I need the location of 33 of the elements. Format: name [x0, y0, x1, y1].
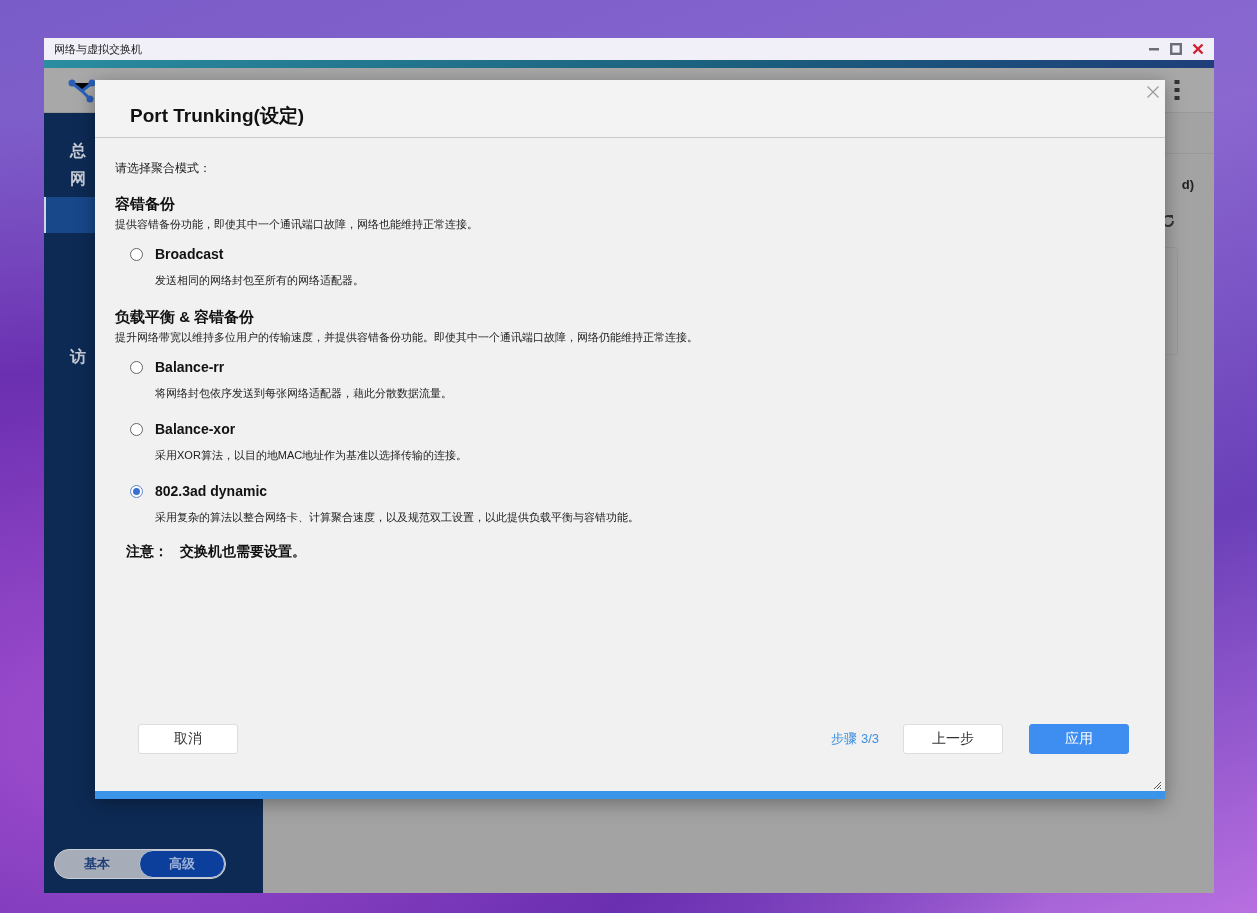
- note-label: 注意：: [126, 543, 168, 561]
- option-description: 将网络封包依序发送到每张网络适配器，藉此分散数据流量。: [155, 386, 452, 401]
- group-heading: 容错备份: [115, 195, 175, 214]
- radio-button[interactable]: [130, 484, 143, 498]
- resize-grip-icon[interactable]: [1153, 781, 1161, 789]
- window-title: 网络与虚拟交换机: [54, 41, 142, 57]
- option-description: 采用XOR算法，以目的地MAC地址作为基准以选择传输的连接。: [155, 448, 468, 463]
- cancel-button[interactable]: 取消: [138, 724, 238, 754]
- radio-button[interactable]: [130, 360, 143, 374]
- option-label[interactable]: Broadcast: [155, 246, 224, 262]
- maximize-icon[interactable]: [1170, 43, 1182, 55]
- more-icon[interactable]: [1174, 80, 1180, 100]
- group-heading: 负载平衡 & 容错备份: [115, 308, 255, 327]
- option-label[interactable]: 802.3ad dynamic: [155, 483, 268, 499]
- note-text: 交换机也需要设置。: [180, 543, 306, 561]
- back-button[interactable]: 上一步: [903, 724, 1003, 754]
- partial-label: d): [1181, 177, 1194, 192]
- close-icon[interactable]: [1192, 43, 1204, 55]
- step-indicator: 步骤 3/3: [831, 730, 879, 748]
- option-description: 发送相同的网络封包至所有的网络适配器。: [155, 273, 364, 288]
- mode-option[interactable]: 基本: [55, 850, 139, 878]
- option-label[interactable]: Balance-xor: [155, 421, 236, 437]
- option-label[interactable]: Balance-rr: [155, 359, 225, 375]
- radio-button[interactable]: [130, 247, 143, 261]
- radio-button[interactable]: [130, 422, 143, 436]
- group-description: 提供容错备份功能，即使其中一个通讯端口故障，网络也能维持正常连接。: [115, 217, 478, 232]
- option-description: 采用复杂的算法以整合网络卡、计算聚合速度，以及规范双工设置，以此提供负载平衡与容错功能。: [155, 510, 639, 525]
- close-icon[interactable]: [1147, 86, 1159, 98]
- network-nodes-icon: [68, 77, 98, 103]
- dialog-title: Port Trunking(设定): [130, 103, 305, 128]
- group-description: 提升网络带宽以维持多位用户的传输速度，并提供容错备份功能。即使其中一个通讯端口故障，网络仍能维持正常连接。: [115, 330, 698, 345]
- prompt-text: 请选择聚合模式：: [115, 160, 211, 177]
- mode-option[interactable]: 高级: [139, 850, 225, 878]
